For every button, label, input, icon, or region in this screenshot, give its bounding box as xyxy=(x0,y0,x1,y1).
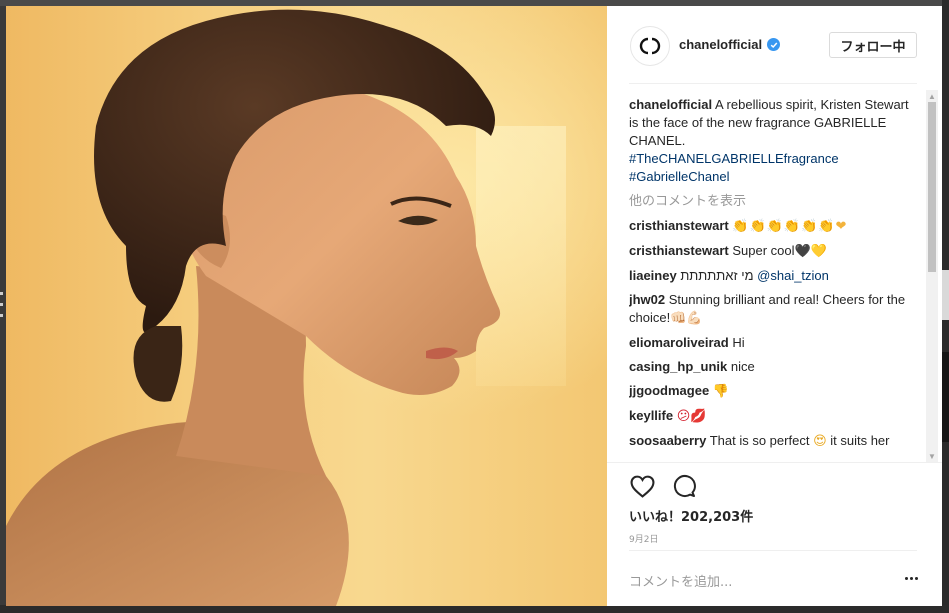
add-comment-input[interactable]: コメントを追加... xyxy=(629,571,732,590)
comment-item: soosaaberry That is so perfect 😍 it suit… xyxy=(629,432,919,451)
verified-badge-icon xyxy=(767,38,781,51)
comment-item: cristhianstewart 👏👏👏👏👏👏❤ xyxy=(629,217,919,236)
divider xyxy=(629,550,917,551)
chanel-logo-icon xyxy=(639,37,661,55)
comment-username[interactable]: keyllife xyxy=(629,408,673,423)
comment-emoji: 👎 xyxy=(712,384,729,399)
comment-emoji: 👊🏻💪🏻 xyxy=(670,311,703,326)
comment-username[interactable]: jhw02 xyxy=(629,292,665,307)
comment-emoji: 😍 xyxy=(813,434,827,449)
post-actions xyxy=(629,473,697,499)
comment-text: nice xyxy=(730,359,755,374)
comments-scrollbar[interactable]: ▲ ▼ xyxy=(926,90,938,462)
following-button[interactable]: フォロー中 xyxy=(829,32,917,58)
header-username-text[interactable]: chanelofficial xyxy=(679,37,762,52)
scroll-down-arrow-icon[interactable]: ▼ xyxy=(926,450,938,462)
background-marks xyxy=(0,292,4,322)
comment-item: eliomaroliveirad Hi xyxy=(629,334,919,352)
page-background-right xyxy=(942,0,949,613)
divider xyxy=(629,83,917,84)
comment-text: מי זאתתתתת xyxy=(680,268,754,283)
comment-username[interactable]: casing_hp_unik xyxy=(629,359,727,374)
avatar[interactable] xyxy=(630,26,670,66)
comment-emoji: 😕💋 xyxy=(676,409,707,424)
comment-text: Hi xyxy=(732,335,745,350)
load-more-comments-link[interactable]: 他のコメントを表示 xyxy=(629,193,919,211)
hashtag-link[interactable]: #GabrielleChanel xyxy=(629,169,729,184)
post-caption: chanelofficial A rebellious spirit, Kris… xyxy=(629,96,919,186)
likes-count[interactable]: いいね！202,203件 xyxy=(629,506,753,525)
comment-emoji: 👏👏👏👏👏👏❤ xyxy=(732,219,848,234)
scrollbar-thumb[interactable] xyxy=(928,102,936,272)
comment-item: liaeiney מי זאתתתתת @shai_tzion xyxy=(629,267,919,285)
hashtag-link[interactable]: #TheCHANELGABRIELLEfragrance xyxy=(629,151,839,166)
page-background-bottom xyxy=(0,605,949,613)
mention-link[interactable]: @shai_tzion xyxy=(757,268,829,283)
comment-username[interactable]: cristhianstewart xyxy=(629,243,729,258)
comment-item: casing_hp_unik nice xyxy=(629,358,919,376)
caption-username[interactable]: chanelofficial xyxy=(629,97,712,112)
header-username[interactable]: chanelofficial xyxy=(679,37,781,52)
post-date[interactable]: 9月2日 xyxy=(629,532,658,545)
comment-bubble-icon xyxy=(673,475,696,497)
like-button[interactable] xyxy=(629,473,655,499)
heart-icon xyxy=(630,475,654,498)
post-photo[interactable] xyxy=(6,6,607,606)
comment-item: jjgoodmagee 👎 xyxy=(629,382,919,401)
comment-username[interactable]: jjgoodmagee xyxy=(629,383,709,398)
comments-list: chanelofficial A rebellious spirit, Kris… xyxy=(629,96,919,464)
comment-text: Super cool xyxy=(732,243,795,258)
divider xyxy=(607,462,942,463)
comment-username[interactable]: liaeiney xyxy=(629,268,677,283)
comment-item: keyllife 😕💋 xyxy=(629,407,919,426)
comment-item: cristhianstewart Super cool🖤💛 xyxy=(629,242,919,261)
more-options-icon[interactable] xyxy=(901,571,921,585)
scroll-up-arrow-icon[interactable]: ▲ xyxy=(926,90,938,102)
post-header: chanelofficial フォロー中 xyxy=(607,6,942,84)
comment-text: That is so perfect xyxy=(709,433,810,448)
comment-username[interactable]: soosaaberry xyxy=(629,433,706,448)
comment-emoji: 🖤💛 xyxy=(794,244,827,259)
portrait-image xyxy=(6,9,501,606)
post-side-panel: chanelofficial フォロー中 chanelofficial A re… xyxy=(607,6,942,606)
comment-text: it suits her xyxy=(830,433,890,448)
comment-username[interactable]: eliomaroliveirad xyxy=(629,335,729,350)
comment-item: jhw02 Stunning brilliant and real! Cheer… xyxy=(629,291,919,328)
comment-button[interactable] xyxy=(671,473,697,499)
comment-username[interactable]: cristhianstewart xyxy=(629,218,729,233)
